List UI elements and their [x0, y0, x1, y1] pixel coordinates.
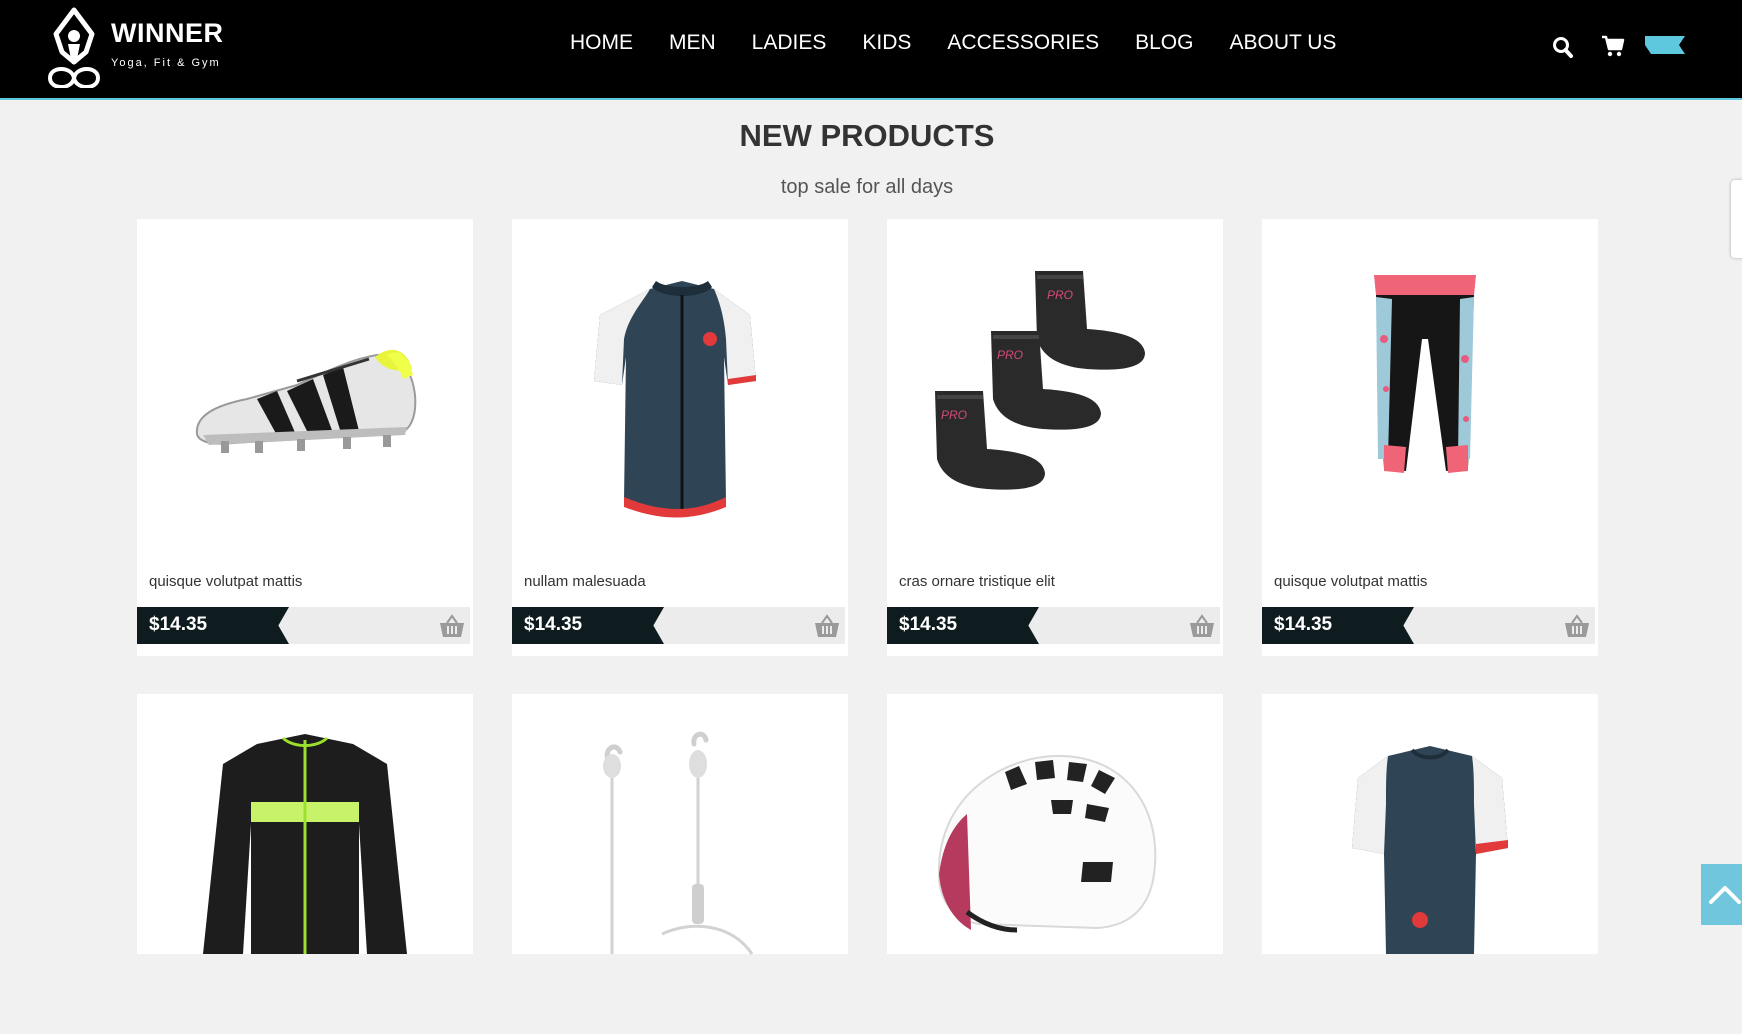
product-image-leggings[interactable] — [1262, 219, 1598, 559]
product-card[interactable]: nullam malesuada $14.35 — [512, 219, 848, 656]
product-name[interactable]: cras ornare tristique elit — [899, 573, 1055, 590]
site-header: WINNER Yoga, Fit & Gym HOME MEN LADIES K… — [0, 0, 1742, 100]
side-panel-tab[interactable] — [1731, 180, 1742, 258]
product-image-helmet[interactable] — [887, 694, 1223, 1034]
product-card[interactable] — [512, 694, 848, 955]
price-tag: $14.35 — [1262, 607, 1414, 644]
nav-item-accessories[interactable]: ACCESSORIES — [947, 30, 1099, 60]
section-title: NEW PRODUCTS — [739, 118, 995, 153]
back-to-top-button[interactable] — [1701, 864, 1742, 925]
product-card[interactable] — [887, 694, 1223, 954]
product-price: $14.35 — [899, 614, 958, 635]
basket-icon[interactable] — [1564, 614, 1590, 638]
yoga-logo-icon — [47, 7, 101, 88]
product-card[interactable] — [1262, 694, 1598, 954]
product-image-long-sleeve-cycling-jacket[interactable] — [137, 694, 473, 1034]
search-icon[interactable] — [1552, 35, 1574, 59]
basket-icon[interactable] — [1189, 614, 1215, 638]
cart-icon[interactable] — [1601, 34, 1625, 58]
product-card[interactable]: PRO PRO PRO cras ornare tristique elit $… — [887, 219, 1223, 656]
price-bar: $14.35 — [512, 607, 845, 644]
price-tag: $14.35 — [887, 607, 1039, 644]
product-card[interactable] — [137, 694, 473, 954]
basket-icon[interactable] — [814, 614, 840, 638]
section-subtitle: top sale for all days — [780, 176, 954, 198]
product-name[interactable]: nullam malesuada — [524, 573, 646, 590]
product-price: $14.35 — [1274, 614, 1333, 635]
product-name[interactable]: quisque volutpat mattis — [149, 573, 302, 590]
nav-item-home[interactable]: HOME — [570, 30, 633, 60]
brand-name: WINNER — [111, 18, 224, 48]
brand-tagline: Yoga, Fit & Gym — [111, 57, 221, 69]
price-bar: $14.35 — [887, 607, 1220, 644]
brand-logo[interactable]: WINNER Yoga, Fit & Gym — [46, 6, 236, 88]
price-bar: $14.35 — [137, 607, 470, 644]
nav-item-men[interactable]: MEN — [669, 30, 716, 60]
price-tag: $14.35 — [512, 607, 664, 644]
svg-text:PRO: PRO — [997, 348, 1023, 362]
nav-item-kids[interactable]: KIDS — [862, 30, 911, 60]
product-price: $14.35 — [524, 614, 583, 635]
svg-text:PRO: PRO — [941, 408, 967, 422]
main-nav: HOME MEN LADIES KIDS ACCESSORIES BLOG AB… — [570, 30, 1372, 60]
product-price: $14.35 — [149, 614, 208, 635]
chevron-up-icon — [1709, 886, 1741, 904]
product-image-cycling-jersey-back[interactable] — [1262, 694, 1598, 1034]
product-card[interactable]: quisque volutpat mattis $14.35 — [1262, 219, 1598, 656]
nav-item-blog[interactable]: BLOG — [1135, 30, 1193, 60]
product-card[interactable]: quisque volutpat mattis $14.35 — [137, 219, 473, 656]
nav-item-about-us[interactable]: ABOUT US — [1229, 30, 1336, 60]
price-bar: $14.35 — [1262, 607, 1595, 644]
product-name[interactable]: quisque volutpat mattis — [1274, 573, 1427, 590]
product-image-socks[interactable]: PRO PRO PRO — [887, 219, 1223, 559]
price-tag: $14.35 — [137, 607, 289, 644]
svg-text:PRO: PRO — [1047, 288, 1073, 302]
product-image-cycling-jersey[interactable] — [512, 219, 848, 559]
product-image-earphones[interactable] — [512, 694, 848, 1034]
nav-item-ladies[interactable]: LADIES — [752, 30, 827, 60]
basket-icon[interactable] — [439, 614, 465, 638]
flag-tag-icon[interactable] — [1645, 34, 1685, 56]
product-image-football-boot[interactable] — [137, 219, 473, 559]
